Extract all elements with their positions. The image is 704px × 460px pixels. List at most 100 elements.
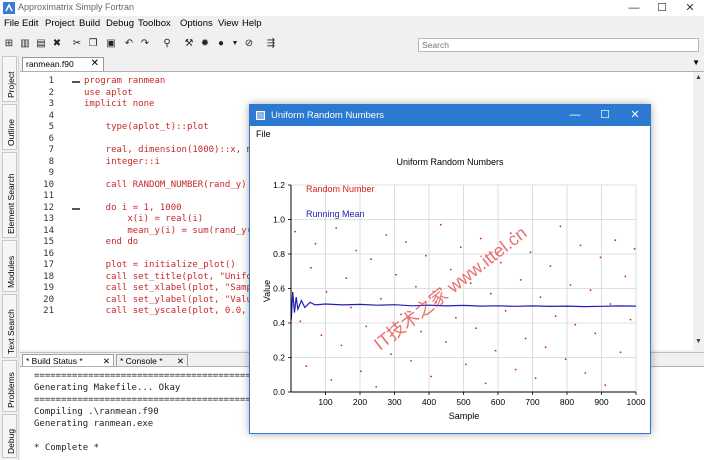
x-tick-label: 800 <box>560 397 574 407</box>
paste-icon[interactable]: ▣ <box>104 37 118 51</box>
build-icon[interactable]: ⚒ <box>182 37 196 51</box>
line-number: 14 <box>43 225 54 236</box>
side-tab-project[interactable]: Project <box>2 56 17 102</box>
menu-options[interactable]: Options <box>180 18 213 29</box>
close-button[interactable]: ✕ <box>676 0 704 16</box>
scroll-down-icon[interactable]: ▼ <box>693 338 704 345</box>
x-tick-label: 400 <box>422 397 436 407</box>
menu-project[interactable]: Project <box>45 18 75 29</box>
side-tab-label: Element Search <box>6 173 16 234</box>
copy-icon[interactable]: ❐ <box>86 37 100 51</box>
search-input[interactable] <box>418 38 699 52</box>
menu-bar: File Edit Project Build Debug Toolbox Op… <box>0 16 704 33</box>
code-line[interactable]: end do <box>84 237 139 249</box>
line-number: 9 <box>48 168 54 178</box>
side-tab-text-search[interactable]: Text Search <box>2 294 17 358</box>
line-number: 1 <box>48 76 54 86</box>
plot-close-button[interactable]: ✕ <box>620 105 650 126</box>
chart-title: Uniform Random Numbers <box>396 157 504 167</box>
tab-label: * Build Status * <box>26 356 83 366</box>
maximize-button[interactable]: ☐ <box>648 0 676 16</box>
code-line[interactable]: do i = 1, 1000 <box>84 203 182 215</box>
redo-icon[interactable]: ↷ <box>138 37 152 51</box>
undo-icon[interactable]: ↶ <box>122 37 136 51</box>
close-x-icon[interactable]: ✖ <box>50 37 64 51</box>
code-line[interactable]: integer::i <box>84 157 160 169</box>
code-line[interactable]: program ranmean <box>84 76 165 88</box>
menu-toolbox[interactable]: Toolbox <box>138 18 171 29</box>
code-line[interactable]: call RANDOM_NUMBER(rand_y) <box>84 180 247 192</box>
debug-icon[interactable]: ⊘ <box>242 37 256 51</box>
editor-tab-ranmean[interactable]: ranmean.f90 ✕ <box>22 57 104 71</box>
side-tab-modules[interactable]: Modules <box>2 240 17 292</box>
scatter-point <box>564 358 567 361</box>
chart-xlabel: Sample <box>449 411 480 421</box>
side-tab-element-search[interactable]: Element Search <box>2 152 17 238</box>
menu-help[interactable]: Help <box>242 18 262 29</box>
menu-build[interactable]: Build <box>79 18 100 29</box>
scatter-point <box>465 363 467 366</box>
y-tick-label: 0.6 <box>273 284 285 294</box>
editor-tab-bar: ranmean.f90 ✕ ▼ <box>20 56 704 71</box>
plot-menu-file[interactable]: File <box>256 129 271 139</box>
chevron-down-icon[interactable]: ▼ <box>692 58 700 67</box>
line-number-gutter: 1 2 3 4 5 6 7 8 9 10 11 12 13 14 15 16 17 18 19 20 21 <box>20 72 80 350</box>
find-icon[interactable]: ⚲ <box>160 37 174 51</box>
side-tab-label: Project <box>6 71 16 98</box>
plot-menu-bar: File <box>250 126 650 141</box>
side-tab-debug[interactable]: Debug <box>2 414 17 458</box>
chart-ylabel: Value <box>262 280 272 302</box>
code-line[interactable]: implicit none <box>84 99 154 111</box>
window-title: Approximatrix Simply Fortran <box>18 2 135 12</box>
gear-icon[interactable]: ✹ <box>198 37 212 51</box>
side-tab-label: Problems <box>6 372 16 408</box>
plot-maximize-button[interactable]: ☐ <box>590 105 620 126</box>
code-line[interactable]: call set_yscale(plot, 0.0, 1.2) <box>84 306 274 318</box>
scatter-point <box>449 268 452 271</box>
code-line[interactable]: call set_ylabel(plot, "Value") <box>84 295 269 307</box>
new-project-icon[interactable]: ⊞ <box>2 37 16 51</box>
code-line[interactable]: type(aplot_t)::plot <box>84 122 209 134</box>
line-number: 12 <box>43 202 54 213</box>
open-icon[interactable]: ▥ <box>18 37 32 51</box>
menu-file[interactable]: File <box>4 18 19 29</box>
plot-minimize-button[interactable]: — <box>560 105 590 126</box>
code-line[interactable]: call set_xlabel(plot, "Sample") <box>84 283 274 295</box>
code-line[interactable]: plot = initialize_plot() <box>84 260 236 272</box>
run-circle-icon[interactable]: ● <box>214 37 228 51</box>
fold-marker[interactable] <box>72 207 80 210</box>
scatter-point <box>405 241 407 243</box>
scatter-point <box>479 237 482 240</box>
fold-marker[interactable] <box>72 81 80 83</box>
chevron-down-icon[interactable]: ▼ <box>228 37 242 51</box>
scatter-point <box>594 332 597 335</box>
scroll-up-icon[interactable]: ▲ <box>693 74 704 81</box>
plot-window-title: Uniform Random Numbers <box>271 110 384 121</box>
side-tab-outline[interactable]: Outline <box>2 104 17 150</box>
save-icon[interactable]: ▤ <box>34 37 48 51</box>
compile-icon[interactable]: ⇶ <box>264 37 278 51</box>
minimize-button[interactable]: — <box>620 0 648 16</box>
code-line[interactable]: x(i) = real(i) <box>84 214 203 226</box>
side-tab-problems[interactable]: Problems <box>2 360 17 412</box>
scatter-point <box>633 247 636 250</box>
scatter-point <box>459 246 462 248</box>
y-tick-label: 0.8 <box>273 249 285 259</box>
wrench-icon[interactable]: ✂ <box>70 37 84 51</box>
scatter-point <box>589 289 592 292</box>
scatter-point <box>425 254 427 257</box>
output-line: Generating Makefile... Okay <box>34 383 181 393</box>
code-line[interactable]: use aplot <box>84 88 133 100</box>
x-tick-label: 700 <box>525 397 539 407</box>
menu-view[interactable]: View <box>218 18 238 29</box>
close-icon[interactable]: ✕ <box>91 58 99 70</box>
editor-vertical-scrollbar[interactable]: ▲ ▼ <box>693 72 704 350</box>
menu-debug[interactable]: Debug <box>106 18 134 29</box>
menu-edit[interactable]: Edit <box>22 18 38 29</box>
scatter-point <box>524 337 527 340</box>
plot-window[interactable]: Uniform Random Numbers — ☐ ✕ File 100 200… <box>249 104 651 434</box>
plot-title-bar[interactable]: Uniform Random Numbers — ☐ ✕ <box>250 105 650 126</box>
scatter-point <box>599 256 602 259</box>
scatter-point <box>624 275 627 278</box>
x-tick-label: 900 <box>594 397 608 407</box>
